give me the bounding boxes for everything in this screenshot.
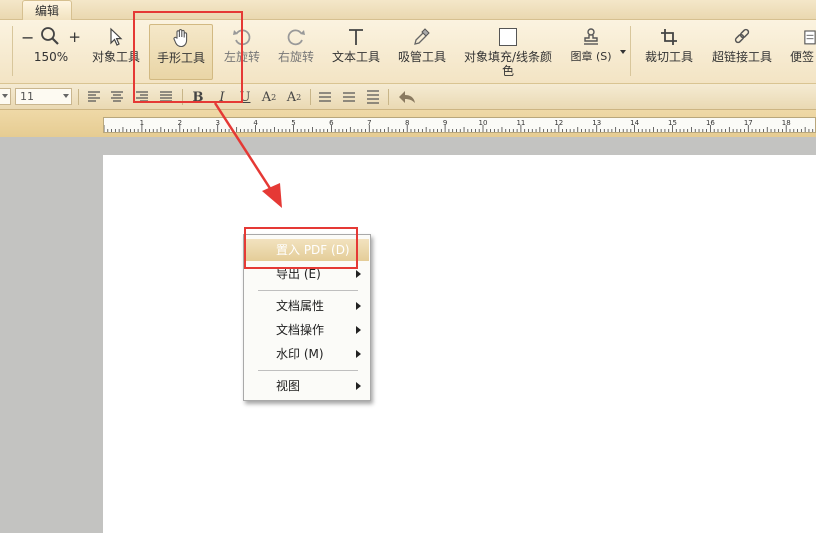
submenu-arrow-icon bbox=[356, 302, 361, 310]
zoom-icon[interactable] bbox=[40, 26, 60, 49]
ruler-label: 7 bbox=[367, 119, 371, 127]
ruler-label: 17 bbox=[744, 119, 753, 127]
chevron-down-icon bbox=[63, 94, 69, 98]
submenu-arrow-icon bbox=[356, 326, 361, 334]
ribbon-separator bbox=[630, 26, 631, 76]
format-separator bbox=[78, 89, 79, 105]
rotate-right-label: 右旋转 bbox=[277, 50, 314, 64]
ruler-label: 12 bbox=[554, 119, 563, 127]
note-icon bbox=[786, 24, 816, 50]
text-icon bbox=[328, 24, 384, 50]
align-left-icon[interactable] bbox=[85, 88, 103, 106]
format-toolbar: 11 B I U A2 A2 bbox=[0, 84, 816, 110]
menu-item-document-properties[interactable]: 文档属性 bbox=[245, 295, 369, 317]
stamp-label: 图章 (S) bbox=[570, 50, 612, 63]
ruler-label: 18 bbox=[782, 119, 791, 127]
link-icon bbox=[707, 24, 777, 50]
annotation-highlight-box bbox=[133, 11, 243, 103]
ribbon-toolbar: − + 150% 对象工具 手形工具 左旋转 右旋转 文本工具 吸管工具 对象填… bbox=[0, 20, 816, 84]
stamp-button[interactable]: 图章 (S) bbox=[566, 24, 616, 80]
zoom-value[interactable]: 150% bbox=[16, 50, 86, 64]
ruler-label: 15 bbox=[668, 119, 677, 127]
menu-item-label: 导出 (E) bbox=[276, 267, 321, 281]
color-swatch-icon bbox=[460, 24, 556, 50]
stamp-icon bbox=[566, 24, 616, 50]
menu-item-label: 文档操作 bbox=[276, 323, 325, 337]
font-size-value: 11 bbox=[20, 90, 34, 103]
align-center-icon[interactable] bbox=[108, 88, 126, 106]
submenu-arrow-icon bbox=[356, 270, 361, 278]
ribbon-tab-strip: 编辑 bbox=[0, 0, 816, 20]
eyedropper-icon bbox=[394, 24, 450, 50]
chevron-down-icon bbox=[2, 94, 8, 98]
paragraph-spacing-icon[interactable] bbox=[364, 88, 382, 106]
line-spacing-icon[interactable] bbox=[340, 88, 358, 106]
annotation-arrow bbox=[213, 102, 282, 208]
zoom-group: − + 150% bbox=[16, 24, 86, 80]
menu-item-view[interactable]: 视图 bbox=[245, 375, 369, 397]
zoom-in-button[interactable]: + bbox=[68, 28, 81, 46]
undo-icon[interactable] bbox=[396, 88, 418, 106]
list-icon[interactable] bbox=[316, 88, 334, 106]
font-family-select[interactable] bbox=[0, 88, 11, 105]
rotate-right-icon bbox=[273, 24, 319, 50]
annotation-highlight-box bbox=[244, 227, 358, 269]
ruler-label: 8 bbox=[405, 119, 409, 127]
hyperlink-tool-label: 超链接工具 bbox=[711, 50, 772, 64]
menu-item-label: 视图 bbox=[276, 379, 301, 393]
menu-item-label: 水印 (M) bbox=[276, 347, 324, 361]
ruler-label: 14 bbox=[630, 119, 639, 127]
eyedropper-tool-button[interactable]: 吸管工具 bbox=[394, 24, 450, 80]
submenu-arrow-icon bbox=[356, 382, 361, 390]
text-tool-button[interactable]: 文本工具 bbox=[328, 24, 384, 80]
menu-item-label: 文档属性 bbox=[276, 299, 325, 313]
menu-separator bbox=[258, 290, 358, 291]
format-separator bbox=[388, 89, 389, 105]
crop-tool-label: 裁切工具 bbox=[644, 50, 693, 64]
menu-item-watermark[interactable]: 水印 (M) bbox=[245, 343, 369, 365]
stamp-dropdown-icon[interactable] bbox=[620, 50, 626, 54]
ruler-label: 13 bbox=[592, 119, 601, 127]
note-tool-label: 便签 bbox=[790, 50, 815, 64]
eyedropper-tool-label: 吸管工具 bbox=[397, 50, 446, 64]
ruler-label: 16 bbox=[706, 119, 715, 127]
ruler-label: 2 bbox=[178, 119, 182, 127]
font-size-select[interactable]: 11 bbox=[15, 88, 72, 105]
text-tool-label: 文本工具 bbox=[331, 50, 380, 64]
fill-line-color-label: 对象填充/线条颜色 bbox=[463, 50, 553, 78]
ruler-label: 9 bbox=[443, 119, 447, 127]
fill-line-color-button[interactable]: 对象填充/线条颜色 bbox=[460, 24, 556, 80]
note-tool-button[interactable]: 便签 bbox=[786, 24, 816, 80]
ruler-label: 10 bbox=[479, 119, 488, 127]
ruler-label: 6 bbox=[329, 119, 334, 127]
rotate-right-button[interactable]: 右旋转 bbox=[273, 24, 319, 80]
ruler-label: 1 bbox=[140, 119, 144, 127]
format-separator bbox=[310, 89, 311, 105]
crop-tool-button[interactable]: 裁切工具 bbox=[640, 24, 698, 80]
ribbon-separator bbox=[12, 26, 13, 76]
menu-separator bbox=[258, 370, 358, 371]
hyperlink-tool-button[interactable]: 超链接工具 bbox=[707, 24, 777, 80]
submenu-arrow-icon bbox=[356, 350, 361, 358]
zoom-out-button[interactable]: − bbox=[21, 28, 34, 47]
crop-icon bbox=[640, 24, 698, 50]
menu-item-document-operations[interactable]: 文档操作 bbox=[245, 319, 369, 341]
tab-edit[interactable]: 编辑 bbox=[22, 0, 73, 20]
ruler-label: 11 bbox=[516, 119, 525, 127]
